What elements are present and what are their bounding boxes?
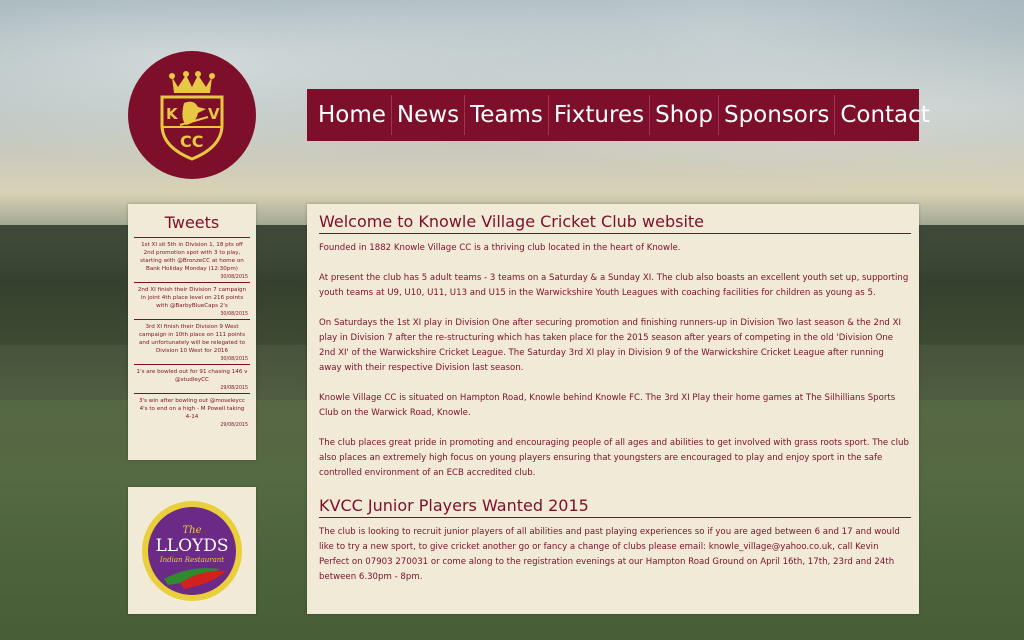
paragraph: Knowle Village CC is situated on Hampton…: [319, 393, 896, 418]
tweet-item[interactable]: 1's are bowled out for 91 chasing 146 v …: [134, 365, 250, 394]
tweet-text: 1st XI sit 5th in Division 1, 18 pts off…: [140, 242, 244, 272]
tweet-item[interactable]: 3rd XI finish their Division 9 West camp…: [134, 320, 250, 365]
tweets-title: Tweets: [164, 213, 220, 232]
nav-news[interactable]: News: [392, 95, 466, 135]
sponsor-logo: The LLOYDS Indian Restaurant: [142, 500, 242, 601]
main-content: Welcome to Knowle Village Cricket Club w…: [307, 204, 919, 614]
svg-text:LLOYDS: LLOYDS: [155, 536, 228, 556]
nav-fixtures[interactable]: Fixtures: [549, 95, 651, 135]
welcome-heading: Welcome to Knowle Village Cricket Club w…: [319, 212, 911, 234]
tweet-text: 1's are bowled out for 91 chasing 146 v …: [136, 369, 248, 383]
sponsor-panel[interactable]: The LLOYDS Indian Restaurant: [128, 487, 256, 614]
nav-contact[interactable]: Contact: [835, 95, 934, 135]
junior-heading: KVCC Junior Players Wanted 2015: [319, 496, 911, 518]
paragraph: On Saturdays the 1st XI play in Division…: [319, 318, 901, 373]
tweet-date: 30/08/2015: [220, 312, 248, 317]
main-navigation: Home News Teams Fixtures Shop Sponsors C…: [307, 89, 930, 141]
svg-text:CC: CC: [180, 132, 203, 151]
svg-text:K: K: [166, 105, 179, 123]
nav-sponsors[interactable]: Sponsors: [719, 95, 836, 135]
tweet-date: 30/08/2015: [220, 275, 248, 280]
paragraph: The club places great pride in promoting…: [319, 438, 909, 478]
svg-text:Indian Restaurant: Indian Restaurant: [159, 556, 224, 564]
tweets-panel: Tweets 1st XI sit 5th in Division 1, 18 …: [128, 204, 256, 460]
svg-text:V: V: [208, 105, 220, 123]
tweet-text: 3's win after bowling out @moseleycc 4's…: [139, 398, 245, 420]
nav-shop[interactable]: Shop: [650, 95, 719, 135]
crest-icon: K V CC: [160, 71, 224, 161]
paragraph: Founded in 1882 Knowle Village CC is a t…: [319, 243, 681, 253]
paragraph: At present the club has 5 adult teams - …: [319, 273, 909, 298]
nav-teams[interactable]: Teams: [465, 95, 549, 135]
tweet-item[interactable]: 1st XI sit 5th in Division 1, 18 pts off…: [134, 238, 250, 283]
svg-text:The: The: [182, 525, 201, 536]
club-logo[interactable]: K V CC: [128, 51, 256, 179]
tweet-date: 29/08/2015: [220, 423, 248, 428]
tweet-text: 2nd XI finish their Division 7 campaign …: [137, 287, 247, 309]
tweet-date: 30/08/2015: [220, 357, 248, 362]
junior-paragraph: The club is looking to recruit junior pl…: [319, 527, 900, 582]
tweet-item[interactable]: 3's win after bowling out @moseleycc 4's…: [134, 394, 250, 430]
nav-home[interactable]: Home: [313, 95, 392, 135]
tweet-item[interactable]: 2nd XI finish their Division 7 campaign …: [134, 283, 250, 320]
tweet-date: 29/08/2015: [220, 386, 248, 391]
tweet-text: 3rd XI finish their Division 9 West camp…: [138, 324, 246, 354]
